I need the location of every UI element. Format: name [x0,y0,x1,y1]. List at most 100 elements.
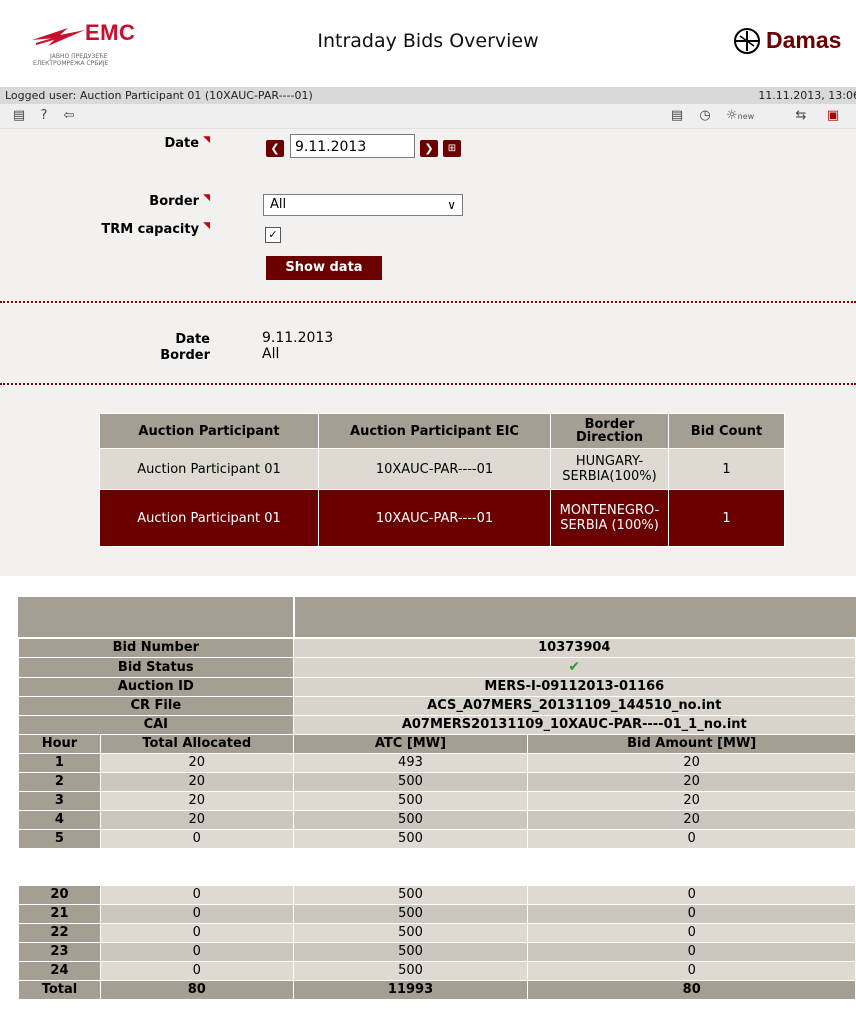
exchange-icon[interactable]: ⇆ [792,108,810,124]
column-header: Auction Participant EIC [318,413,551,449]
bid-count: 1 [668,489,785,547]
summary-date-label: Date [175,332,210,347]
total-allocated-cell: 20 [99,772,294,792]
bid-count: 1 [668,448,785,490]
bid-amount-cell: 20 [527,791,856,811]
show-data-button[interactable]: Show data [266,256,382,280]
table-row[interactable]: Auction Participant 01 10XAUC-PAR----01 … [99,448,785,490]
total-cell: Total [18,980,101,1000]
required-marker: ◥ [203,193,210,203]
bid-amount-cell: 0 [527,904,856,924]
hour-row: 3 20 500 20 [18,791,856,811]
hour-cell: 4 [18,810,101,830]
border-select[interactable]: All ∨ [263,194,463,216]
new-icon[interactable]: ☼new [726,108,754,124]
atc-cell: 500 [292,923,529,943]
field-label: CAI [18,715,294,735]
emc-logo-subtitle-1: ЈАВНО ПРЕДУЗЕЋЕ [50,53,108,60]
trm-label-row: TRM capacity ◥ [90,221,210,237]
atc-cell: 493 [292,753,529,773]
auction-id-value: MERS-I-09112013-01166 [292,677,856,697]
participant-eic: 10XAUC-PAR----01 [318,489,551,547]
total-allocated-cell: 0 [99,904,294,924]
border-direction: HUNGARY-SERBIA(100%) [550,448,669,490]
hour-cell: 23 [18,942,101,962]
hour-row: 22 0 500 0 [18,923,856,943]
field-label: CR File [18,696,294,716]
date-label-row: Date ◥ [90,135,210,151]
hour-row: 20 0 500 0 [18,885,856,905]
trm-checkbox[interactable]: ✓ [265,227,281,243]
bid-amount-cell: 0 [527,961,856,981]
hour-row: 21 0 500 0 [18,904,856,924]
bid-number-value: 10373904 [292,638,856,658]
screenshot-gap [0,873,856,885]
bid-amount-cell: 0 [527,885,856,905]
back-icon[interactable]: ⇦ [60,108,78,124]
column-header: ATC [MW] [292,734,529,754]
hour-cell: 5 [18,829,101,849]
bid-header-band [18,597,856,637]
total-cell: 11993 [292,980,529,1000]
field-label: Bid Number [18,638,294,658]
atc-cell: 500 [292,904,529,924]
bid-status-cell: ✔ [292,657,856,678]
date-input[interactable]: 9.11.2013 [290,134,415,158]
logged-user-text: Logged user: Auction Participant 01 (10X… [5,89,313,102]
bid-amount-cell: 20 [527,753,856,773]
bid-table-continued: 20 0 500 0 21 0 500 0 22 0 500 0 23 0 500 0 24 0 500 0 Total… [18,885,856,1000]
current-datetime: 11.11.2013, 13:06 [758,89,856,102]
summary-border-label: Border [160,348,210,363]
hour-cell: 21 [18,904,101,924]
participant-name: Auction Participant 01 [99,448,319,490]
field-label: Auction ID [18,677,294,697]
divider [293,597,295,637]
user-bar: Logged user: Auction Participant 01 (10X… [0,87,856,104]
atc-cell: 500 [292,772,529,792]
column-header: Bid Amount [MW] [527,734,856,754]
damas-logo-icon [734,28,760,54]
atc-cell: 500 [292,961,529,981]
next-date-button[interactable]: ❯ [420,140,438,157]
bid-amount-cell: 20 [527,810,856,830]
total-allocated-cell: 20 [99,810,294,830]
prev-date-button[interactable]: ❮ [266,140,284,157]
hour-cell: 24 [18,961,101,981]
cai-value: A07MERS20131109_10XAUC-PAR----01_1_no.in… [292,715,856,735]
total-allocated-cell: 0 [99,923,294,943]
atc-cell: 500 [292,829,529,849]
divider [0,301,856,303]
bid-amount-cell: 20 [527,772,856,792]
calendar-icon[interactable]: ⊞ [443,140,461,157]
participant-name: Auction Participant 01 [99,489,319,547]
clock-icon[interactable]: ◷ [696,108,714,124]
summary-date-value: 9.11.2013 [262,330,334,346]
bid-table: Bid Number 10373904 Bid Status ✔ Auction I… [18,638,856,849]
help-icon[interactable]: ? [35,108,53,124]
chevron-down-icon: ∨ [447,198,456,212]
hour-cell: 22 [18,923,101,943]
trm-label: TRM capacity [101,222,200,237]
total-cell: 80 [527,980,856,1000]
bid-amount-cell: 0 [527,829,856,849]
divider [0,383,856,385]
report-icon[interactable]: ▤ [10,108,28,124]
column-header: Hour [18,734,101,754]
page-title: Intraday Bids Overview [317,30,539,52]
total-cell: 80 [99,980,294,1000]
exit-icon[interactable]: ▣ [824,108,842,124]
total-allocated-cell: 0 [99,829,294,849]
new-badge: new [737,112,755,121]
emc-logo-subtitle-2: ЕЛЕКТРОМРЕЖА СРБИЈЕ [33,60,109,67]
hour-cell: 1 [18,753,101,773]
hour-cell: 20 [18,885,101,905]
hour-row: 4 20 500 20 [18,810,856,830]
border-label: Border [149,194,200,209]
atc-cell: 500 [292,942,529,962]
list-icon[interactable]: ▤ [668,108,686,124]
table-row-selected[interactable]: Auction Participant 01 10XAUC-PAR----01 … [99,489,785,547]
damas-logo-text: Damas [766,27,842,53]
hour-row: 24 0 500 0 [18,961,856,981]
total-allocated-cell: 0 [99,885,294,905]
field-label: Bid Status [18,657,294,678]
